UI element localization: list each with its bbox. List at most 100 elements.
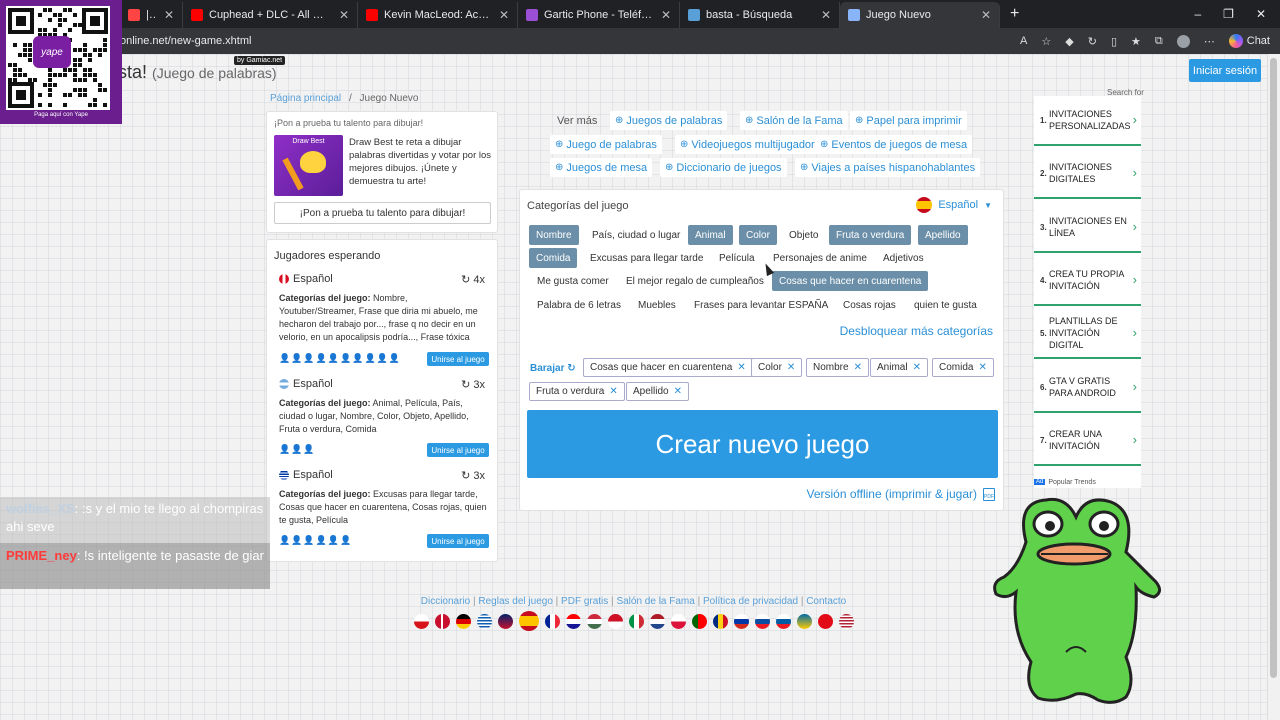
close-window-icon[interactable]: ✕ [1256, 7, 1266, 21]
remove-tag-icon[interactable]: ✕ [913, 362, 921, 373]
remove-tag-icon[interactable]: ✕ [978, 362, 986, 373]
language-flag-icon[interactable] [608, 613, 623, 629]
more-link[interactable]: ⊕ Juegos de mesa [550, 158, 653, 177]
category-chip[interactable]: Cosas que hacer en cuarentena [772, 271, 929, 291]
tab-close-icon[interactable]: ✕ [339, 8, 349, 22]
ad-item[interactable]: 6. GTA V GRATIS PARA ANDROID › [1034, 363, 1141, 413]
language-flag-icon[interactable] [566, 613, 581, 629]
footer-link[interactable]: Reglas del juego [478, 596, 553, 607]
tab-close-icon[interactable]: ✕ [499, 8, 509, 22]
ad-item[interactable]: 2. INVITACIONES DIGITALES › [1034, 149, 1141, 200]
category-chip[interactable]: Nombre [529, 225, 579, 245]
footer-link[interactable]: Diccionario [421, 596, 470, 607]
category-chip[interactable]: Objeto [782, 225, 825, 245]
refresh-icon[interactable]: ↻ [1088, 35, 1097, 48]
category-chip[interactable]: Frases para levantar ESPAÑA [687, 295, 835, 315]
favorites-icon[interactable]: ★ [1131, 35, 1141, 48]
more-link[interactable]: ⊕ Viajes a países hispanohablantes [795, 158, 981, 177]
copilot-chat-button[interactable]: Chat [1228, 34, 1270, 48]
browser-tab[interactable]: Juego Nuevo ✕ [840, 2, 1000, 28]
join-game-button[interactable]: Unirse al juego [427, 534, 489, 548]
footer-link[interactable]: PDF gratis [561, 596, 608, 607]
profile-avatar-icon[interactable] [1176, 34, 1190, 48]
join-game-button[interactable]: Unirse al juego [427, 352, 489, 366]
category-chip[interactable]: Color [739, 225, 777, 245]
draw-best-image[interactable]: Draw Best [274, 135, 343, 196]
login-button[interactable]: Iniciar sesión [1189, 59, 1261, 82]
maximize-icon[interactable]: ❐ [1223, 7, 1234, 21]
category-chip[interactable]: Película [712, 248, 762, 268]
language-flag-icon[interactable] [498, 613, 513, 629]
language-flag-icon[interactable] [692, 613, 707, 629]
ad-item[interactable]: 5. PLANTILLAS DE INVITACIÓN DIGITAL › [1034, 309, 1141, 360]
gamiac-badge[interactable]: by Gamiac.net [234, 56, 286, 65]
more-link[interactable]: ⊕ Videojuegos multijugador [675, 135, 820, 154]
read-aloud-icon[interactable]: A [1020, 35, 1027, 47]
browser-tab[interactable]: basta - Búsqueda ✕ [680, 2, 840, 28]
ad-item[interactable]: 4. CREA TU PROPIA INVITACIÓN › [1034, 256, 1141, 306]
category-chip[interactable]: Muebles [631, 295, 683, 315]
ad-item[interactable]: 1. INVITACIONES PERSONALIZADAS › [1034, 96, 1141, 146]
category-chip[interactable]: Adjetivos [876, 248, 931, 268]
remove-tag-icon[interactable]: ✕ [854, 362, 862, 373]
browser-tab[interactable]: Cuphead + DLC - All Bosses Sounc ✕ [183, 2, 358, 28]
promo-button[interactable]: ¡Pon a prueba tu talento para dibujar! [274, 202, 491, 224]
category-chip[interactable]: Comida [529, 248, 578, 268]
footer-link[interactable]: Salón de la Fama [616, 596, 694, 607]
unlock-categories-link[interactable]: Desbloquear más categorías [840, 324, 993, 338]
footer-link[interactable]: Política de privacidad [703, 596, 798, 607]
category-chip[interactable]: quien te gusta [907, 295, 984, 315]
more-link[interactable]: ⊕ Salón de la Fama [740, 111, 848, 130]
language-flag-icon[interactable] [435, 613, 450, 629]
language-flag-icon[interactable] [477, 613, 492, 629]
more-link[interactable]: ⊕ Juegos de palabras [610, 111, 728, 130]
browser-tab[interactable]: Kevin MacLeod: Aces High bu ✕ [358, 2, 518, 28]
breadcrumb-home-link[interactable]: Página principal [270, 93, 341, 104]
language-flag-icon[interactable] [839, 613, 854, 629]
language-select[interactable]: Español ▼ [916, 197, 992, 213]
language-flag-icon[interactable] [629, 613, 644, 629]
category-chip[interactable]: Animal [688, 225, 733, 245]
browser-tab[interactable]: |nl - Studiopo ✕ [120, 2, 183, 28]
create-game-button[interactable]: Crear nuevo juego [527, 410, 998, 478]
language-flag-icon[interactable] [797, 613, 812, 629]
category-chip[interactable]: Personajes de anime [766, 248, 874, 268]
language-flag-icon[interactable] [671, 613, 686, 629]
language-flag-icon[interactable] [650, 613, 665, 629]
category-chip[interactable]: Fruta o verdura [829, 225, 912, 245]
language-flag-icon[interactable] [456, 613, 471, 629]
language-flag-icon[interactable] [713, 613, 728, 629]
tab-close-icon[interactable]: ✕ [981, 8, 991, 22]
ad-item[interactable]: 3. INVITACIONES EN LÍNEA › [1034, 203, 1141, 253]
category-chip[interactable]: Palabra de 6 letras [530, 295, 628, 315]
remove-tag-icon[interactable]: ✕ [674, 386, 682, 397]
more-menu-icon[interactable]: ⋯ [1204, 35, 1215, 48]
remove-tag-icon[interactable]: ✕ [787, 362, 795, 373]
category-chip[interactable]: País, ciudad o lugar [585, 225, 687, 245]
more-link[interactable]: ⊕ Eventos de juegos de mesa [815, 135, 973, 154]
more-link[interactable]: ⊕ Diccionario de juegos [660, 158, 787, 177]
language-flag-icon[interactable] [818, 613, 833, 629]
offline-version-link[interactable]: Versión offline (imprimir & jugar) PDF [806, 487, 995, 501]
footer-link[interactable]: Contacto [806, 596, 846, 607]
shuffle-button[interactable]: Barajar ↻ [530, 363, 576, 374]
category-chip[interactable]: Cosas rojas [836, 295, 903, 315]
language-flag-icon[interactable] [734, 613, 749, 629]
extension-icon[interactable]: ◆ [1065, 35, 1073, 48]
category-chip[interactable]: El mejor regalo de cumpleaños [619, 271, 771, 291]
category-chip[interactable]: Me gusta comer [530, 271, 616, 291]
remove-tag-icon[interactable]: ✕ [609, 386, 617, 397]
scrollbar-thumb[interactable] [1270, 58, 1277, 678]
language-flag-icon[interactable] [587, 613, 602, 629]
tab-close-icon[interactable]: ✕ [821, 8, 831, 22]
language-flag-icon[interactable] [414, 613, 429, 629]
language-flag-icon[interactable] [776, 613, 791, 629]
browser-tab[interactable]: Gartic Phone - Teléfono Descomp ✕ [518, 2, 680, 28]
language-flag-icon[interactable] [755, 613, 770, 629]
ad-item[interactable]: 7. CREAR UNA INVITACIÓN › [1034, 416, 1141, 466]
tab-close-icon[interactable]: ✕ [661, 8, 671, 22]
new-tab-button[interactable]: + [1010, 5, 1019, 23]
category-chip[interactable]: Apellido [918, 225, 968, 245]
more-link[interactable]: ⊕ Papel para imprimir [850, 111, 967, 130]
collections-icon[interactable]: ⧉ [1155, 35, 1163, 48]
